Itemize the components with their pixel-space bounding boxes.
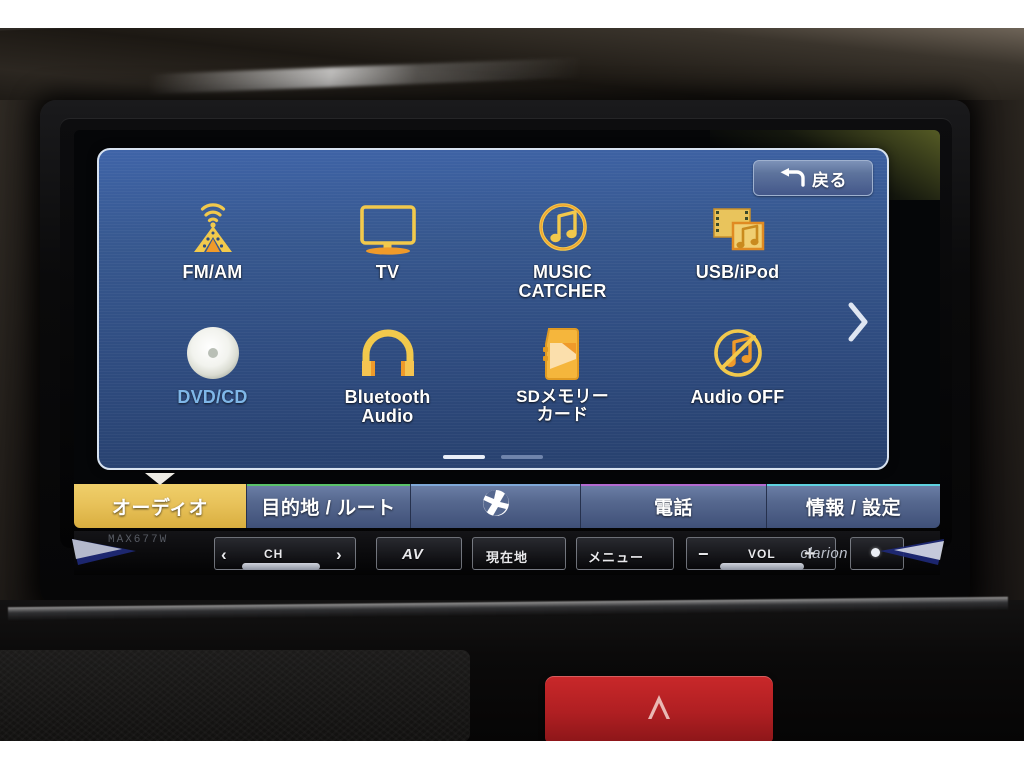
menu-item-label-line2: Audio (361, 406, 414, 426)
volume-label: VOL (748, 547, 776, 561)
tab-label: 電話 (653, 497, 693, 519)
tab-label: オーディオ (111, 497, 209, 519)
menu-item-usb-ipod[interactable]: USB/iPod (650, 198, 825, 323)
music-note-circle-icon (533, 198, 593, 260)
image-letterbox-bottom (0, 741, 1024, 768)
hazard-triangle-icon (639, 687, 679, 732)
active-tab-caret (145, 473, 175, 485)
menu-item-label-line1: MUSIC (533, 262, 592, 282)
menu-item-label: TV (375, 262, 400, 282)
menu-item-fm-am[interactable]: FM/AM (125, 198, 300, 323)
hardware-button-strip: MAX677W ‹ CH › AV 現在地 メニュー − VOL + clari… (72, 531, 944, 575)
usb-media-icon (707, 198, 769, 260)
prev-icon[interactable]: ‹ (221, 545, 228, 565)
tab-phone[interactable]: 電話 (580, 484, 766, 528)
channel-pill (242, 563, 320, 570)
sd-card-icon (538, 323, 588, 385)
menu-item-tv[interactable]: TV (300, 198, 475, 323)
page-dot-1[interactable] (443, 455, 485, 459)
headphones-icon (356, 323, 420, 385)
tab-accent-line (581, 484, 766, 486)
disc-icon (178, 323, 248, 385)
tab-info-settings[interactable]: 情報 / 設定 (766, 484, 940, 528)
menu-item-label-line1: Bluetooth (344, 387, 431, 407)
radio-tower-icon (182, 198, 244, 260)
channel-label: CH (264, 547, 284, 561)
audio-off-icon (708, 323, 768, 385)
menu-item-label-line2: カード (536, 405, 589, 424)
menu-item-music-catcher[interactable]: MUSIC CATCHER (475, 198, 650, 323)
tab-accent-line (247, 484, 410, 486)
source-icon-grid: FM/AM TV MUSIC CATCHER USB/iPod DVD/CD B… (125, 198, 825, 448)
hazard-button[interactable] (545, 676, 773, 742)
main-tab-bar: オーディオ 目的地 / ルート 電話 情報 / 設定 (74, 473, 940, 528)
menu-label: メニュー (588, 550, 645, 565)
right-illumination-wing (860, 535, 946, 573)
page-dot-2[interactable] (501, 455, 543, 459)
image-letterbox-top (0, 0, 1024, 28)
globe-icon (481, 488, 511, 524)
chevron-right-icon (845, 302, 871, 348)
left-illumination-wing (70, 535, 156, 573)
tab-accent-line (767, 484, 940, 486)
volume-pill (720, 563, 804, 570)
tab-audio[interactable]: オーディオ (74, 473, 246, 528)
back-button[interactable]: 戻る (753, 160, 873, 196)
menu-item-label: MUSIC CATCHER (518, 263, 606, 301)
menu-item-label: Bluetooth Audio (345, 388, 431, 426)
menu-item-label: SDメモリー カード (516, 388, 609, 424)
back-button-label: 戻る (812, 170, 847, 190)
menu-item-audio-off[interactable]: Audio OFF (650, 323, 825, 448)
back-arrow-icon (779, 168, 805, 188)
av-label: AV (402, 546, 424, 563)
television-icon (355, 198, 421, 260)
lcd-screen[interactable]: 戻る FM/AM TV MUSIC CATCHER USB/iPod DVD/C… (74, 130, 940, 528)
console-leather-panel (0, 650, 470, 742)
menu-item-dvd-cd[interactable]: DVD/CD (125, 323, 300, 448)
tab-map[interactable] (410, 484, 580, 528)
tab-destination-route[interactable]: 目的地 / ルート (246, 484, 410, 528)
current-location-label: 現在地 (486, 550, 529, 565)
menu-item-label-line1: SDメモリー (516, 387, 609, 406)
audio-source-panel: 戻る FM/AM TV MUSIC CATCHER USB/iPod DVD/C… (97, 148, 889, 470)
menu-item-label: USB/iPod (695, 262, 780, 282)
menu-item-label: Audio OFF (690, 387, 785, 407)
brand-logo: clarion (800, 545, 848, 562)
menu-item-sd-card[interactable]: SDメモリー カード (475, 323, 650, 448)
tab-accent-line (411, 484, 580, 486)
next-page-button[interactable] (845, 300, 871, 349)
menu-item-label-line2: CATCHER (518, 281, 607, 301)
menu-item-bluetooth-audio[interactable]: Bluetooth Audio (300, 323, 475, 448)
next-icon[interactable]: › (336, 545, 343, 565)
tab-label: 情報 / 設定 (805, 497, 902, 519)
screenshot-stage: 戻る FM/AM TV MUSIC CATCHER USB/iPod DVD/C… (0, 0, 1024, 768)
menu-item-label: DVD/CD (177, 387, 248, 407)
tab-label: 目的地 / ルート (261, 497, 396, 519)
pagination-indicator (99, 455, 887, 459)
minus-icon[interactable]: − (698, 544, 710, 565)
menu-item-label: FM/AM (182, 262, 243, 282)
